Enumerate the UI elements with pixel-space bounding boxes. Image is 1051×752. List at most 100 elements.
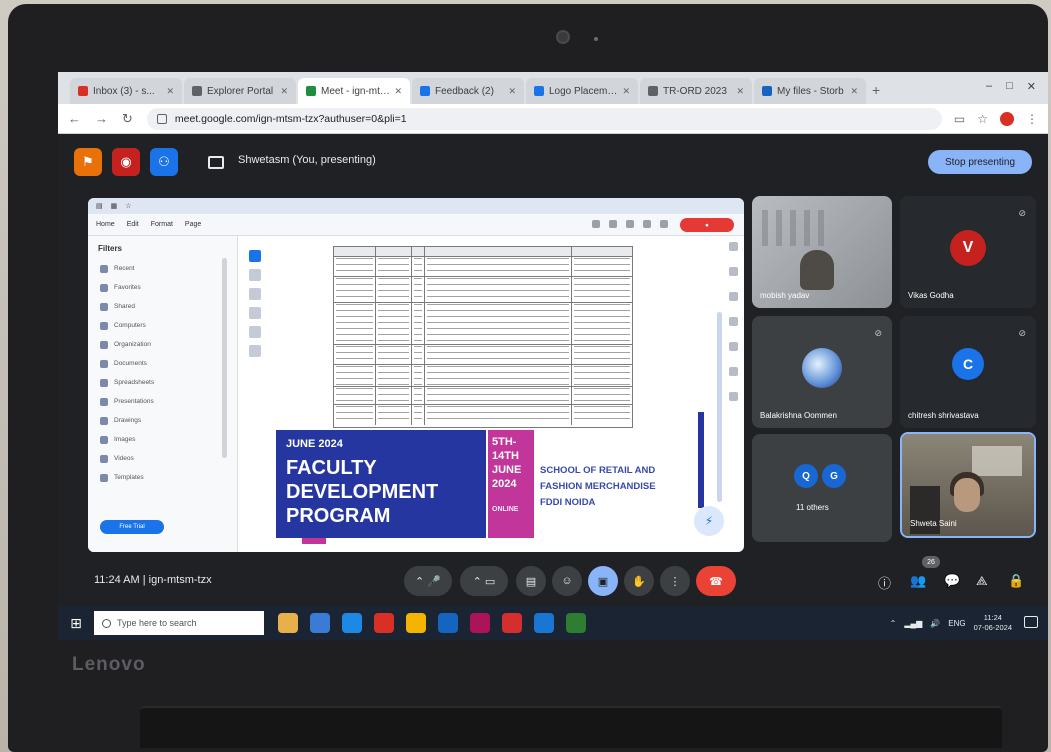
- taskbar-app-icon[interactable]: [342, 613, 362, 633]
- flyer-title-line: DEVELOPMENT: [286, 481, 439, 503]
- taskbar-app-icon[interactable]: [470, 613, 490, 633]
- shared-right-rail: [726, 242, 740, 542]
- taskbar-app-icon[interactable]: [534, 613, 554, 633]
- ribbon-item: Edit: [126, 221, 139, 228]
- site-info-icon[interactable]: [156, 113, 167, 124]
- url-field[interactable]: meet.google.com/ign-mtsm-tzx?authuser=0&…: [146, 107, 942, 130]
- tab-label: Meet - ign-mtsm: [321, 85, 391, 97]
- bookmark-star-icon[interactable]: ☆: [977, 112, 988, 126]
- others-tile[interactable]: Q G 11 others: [752, 434, 892, 542]
- present-button[interactable]: ▣: [588, 566, 618, 596]
- folder-icon: [100, 264, 108, 273]
- taskbar-search[interactable]: Type here to search: [94, 611, 264, 635]
- tab-close-icon[interactable]: ✕: [394, 86, 402, 97]
- tray-clock[interactable]: 11:24 07-06-2024: [974, 613, 1012, 633]
- more-options-button[interactable]: ⋮: [660, 566, 690, 596]
- maximize-button[interactable]: □: [1006, 80, 1013, 93]
- profile-avatar[interactable]: [1000, 111, 1014, 126]
- folder-icon: [100, 378, 108, 387]
- new-tab-button[interactable]: +: [872, 82, 880, 98]
- browser-tab[interactable]: Inbox (3) - s... ✕: [70, 78, 182, 104]
- mic-button[interactable]: ⌃ 🎤: [404, 566, 452, 596]
- tab-close-icon[interactable]: ✕: [736, 86, 744, 97]
- participant-tile[interactable]: ⊘ C chitresh shrivastava: [900, 316, 1036, 428]
- network-icon[interactable]: ▂▄▆: [904, 619, 922, 628]
- tab-close-icon[interactable]: ✕: [166, 86, 174, 97]
- cast-icon[interactable]: ▭: [954, 112, 965, 126]
- taskbar-app-icon[interactable]: [502, 613, 522, 633]
- notifications-icon[interactable]: [1024, 616, 1038, 628]
- taskbar-app-icon[interactable]: [438, 613, 458, 633]
- presenting-label: Shwetasm (You, presenting): [238, 154, 376, 166]
- participant-avatar: Q: [794, 464, 818, 488]
- meeting-time-code: 11:24 AM | ign-mtsm-tzx: [94, 574, 212, 586]
- table-row: [334, 345, 632, 365]
- leave-call-button[interactable]: ☎: [696, 566, 736, 596]
- screen-share-icon: [208, 156, 224, 169]
- stop-presenting-button[interactable]: Stop presenting: [928, 150, 1032, 174]
- tab-close-icon[interactable]: ✕: [622, 86, 630, 97]
- back-icon[interactable]: ←: [68, 111, 81, 126]
- forward-icon[interactable]: →: [95, 111, 108, 126]
- captions-button[interactable]: ▤: [516, 566, 546, 596]
- minimize-button[interactable]: –: [986, 80, 992, 93]
- rail-icon: [728, 342, 738, 351]
- record-icon[interactable]: ◉: [112, 148, 140, 176]
- volume-icon[interactable]: 🔊: [930, 619, 940, 628]
- tray-language[interactable]: ENG: [948, 619, 965, 628]
- browser-tab[interactable]: My files - Storb ✕: [754, 78, 866, 104]
- camera-button[interactable]: ⌃ ▭: [460, 566, 508, 596]
- tool-icon: [592, 220, 600, 228]
- emoji-button[interactable]: ☺: [552, 566, 582, 596]
- activities-icon[interactable]: ⟁: [976, 573, 988, 589]
- reload-icon[interactable]: ↻: [122, 111, 133, 127]
- sidebar-item-label: Videos: [114, 455, 134, 462]
- flag-icon[interactable]: ⚑: [74, 148, 102, 176]
- participant-name: Vikas Godha: [908, 291, 954, 300]
- menu-dots-icon[interactable]: ⋮: [1026, 112, 1038, 126]
- participant-name: chitresh shrivastava: [908, 411, 979, 420]
- taskbar-app-icon[interactable]: [406, 613, 426, 633]
- taskbar-app-icon[interactable]: [278, 613, 298, 633]
- participant-tile[interactable]: ⊘ Balakrishna Oommen: [752, 316, 892, 428]
- tab-close-icon[interactable]: ✕: [280, 86, 288, 97]
- participant-tile[interactable]: ⊘ V Vikas Godha: [900, 196, 1036, 308]
- host-controls-lock-icon[interactable]: 🔒: [1008, 573, 1024, 589]
- tab-close-icon[interactable]: ✕: [850, 86, 858, 97]
- tray-chevron-icon[interactable]: ⌃: [890, 619, 897, 628]
- participant-tile[interactable]: mobish yadav: [752, 196, 892, 308]
- participant-tile[interactable]: Shweta Saini: [900, 432, 1036, 538]
- taskbar-app-icon[interactable]: [566, 613, 586, 633]
- camera-icon: ⌃ ▭: [472, 575, 496, 588]
- tab-strip: Inbox (3) - s... ✕ Explorer Portal ✕ Meet - …: [70, 78, 868, 104]
- tab-close-icon[interactable]: ✕: [508, 86, 516, 97]
- browser-tab[interactable]: TR-ORD 2023 ✕: [640, 78, 752, 104]
- browser-tab[interactable]: Logo Placeme... ✕: [526, 78, 638, 104]
- rail-icon: [728, 367, 738, 376]
- chat-icon[interactable]: 💬: [944, 573, 960, 589]
- folder-icon: [100, 473, 108, 482]
- ribbon-item: Format: [150, 221, 173, 228]
- people-panel-icon[interactable]: 👥: [910, 573, 926, 589]
- people-icon[interactable]: ⚇: [150, 148, 178, 176]
- taskbar-app-icon[interactable]: [374, 613, 394, 633]
- sidebar-item: Organization: [88, 335, 237, 354]
- browser-tab[interactable]: Feedback (2) ✕: [412, 78, 524, 104]
- tab-favicon-icon: [534, 86, 544, 96]
- folder-icon: [100, 302, 108, 311]
- brand-logo: Lenovo: [72, 654, 146, 675]
- raise-hand-button[interactable]: ✋: [624, 566, 654, 596]
- sidebar-item: Templates: [88, 468, 237, 487]
- shared-tab-bar: ▤ ▦ ☆: [88, 198, 744, 214]
- close-window-button[interactable]: ✕: [1027, 80, 1036, 93]
- browser-tab[interactable]: Meet - ign-mtsm ✕: [298, 78, 410, 104]
- browser-tab[interactable]: Explorer Portal ✕: [184, 78, 296, 104]
- flyer-date-line: 2024: [492, 478, 517, 490]
- table-row: [334, 277, 632, 303]
- table-row: [334, 405, 632, 425]
- info-icon[interactable]: ⓘ: [878, 573, 891, 592]
- taskbar-app-icon[interactable]: [310, 613, 330, 633]
- participant-name: Shweta Saini: [910, 519, 957, 528]
- sidebar-item: Shared: [88, 297, 237, 316]
- windows-start-icon[interactable]: ⊞: [58, 606, 94, 640]
